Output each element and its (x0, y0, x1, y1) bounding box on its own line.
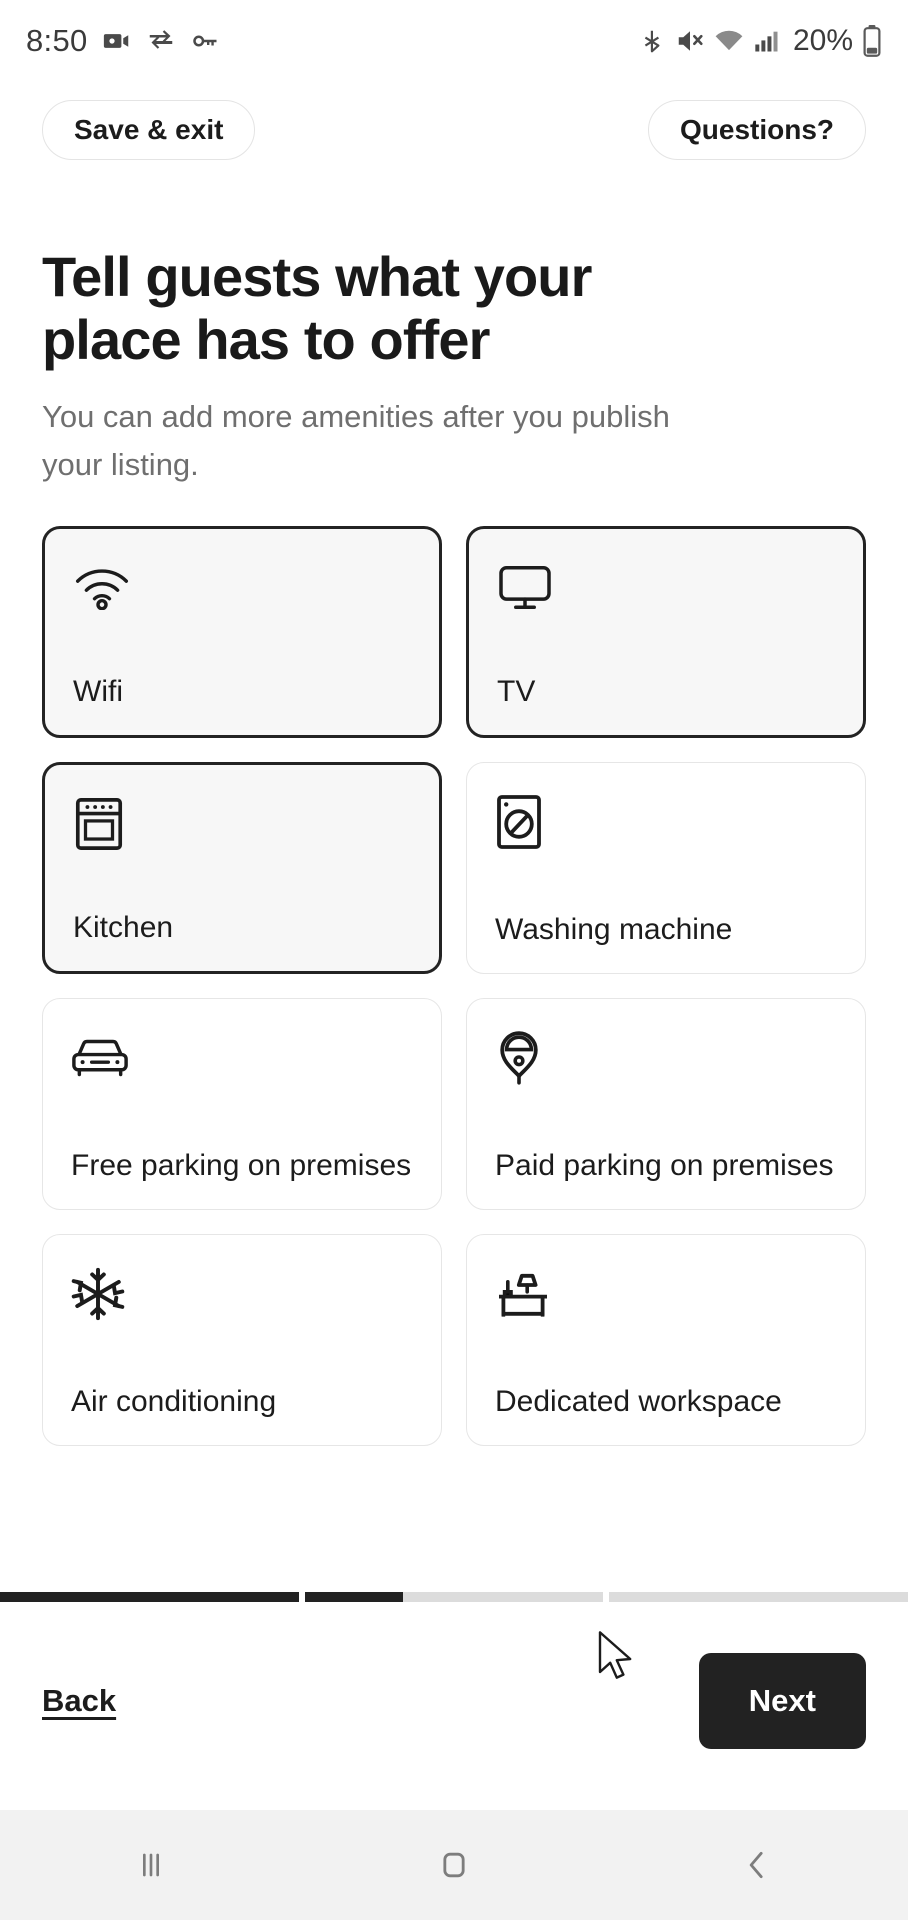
android-nav-bar (0, 1810, 908, 1920)
amenity-label: Washing machine (495, 912, 733, 946)
key-icon (190, 26, 220, 56)
status-bar-clock: 8:50 (26, 23, 88, 58)
amenity-label: Air conditioning (71, 1384, 277, 1418)
amenity-card-kitchen[interactable]: Kitchen (42, 761, 442, 974)
amenity-label: TV (497, 674, 536, 708)
next-button[interactable]: Next (698, 1653, 866, 1749)
amenity-label: Free parking on premises (71, 1148, 412, 1182)
amenity-card-wifi[interactable]: Wifi (42, 525, 442, 738)
oven-icon (73, 793, 411, 855)
car-icon (71, 1027, 413, 1089)
status-bar: 8:50 20% (0, 0, 908, 82)
amenity-label: Kitchen (73, 910, 174, 944)
parking-meter-icon (495, 1027, 837, 1089)
washing-machine-icon (495, 791, 837, 853)
progress-bar (0, 1592, 908, 1602)
questions-button[interactable]: Questions? (647, 100, 866, 160)
amenity-card-dedicated-workspace[interactable]: Dedicated workspace (466, 1233, 866, 1446)
amenity-label: Dedicated workspace (495, 1384, 782, 1418)
battery-icon (862, 25, 882, 57)
battery-percent-label: 20% (792, 24, 853, 57)
amenity-card-paid-parking[interactable]: Paid parking on premises (466, 997, 866, 1210)
page-title: Tell guests what your place has to offer (42, 245, 592, 371)
footer-bar: Back Next (0, 1592, 908, 1810)
progress-segment-1 (0, 1592, 299, 1602)
signal-icon (753, 26, 781, 56)
main-content: Tell guests what your place has to offer… (0, 178, 908, 1592)
video-camera-icon (102, 26, 132, 56)
home-icon[interactable] (394, 1810, 514, 1920)
vpn-key-exchange-icon (146, 26, 176, 56)
mouse-cursor (598, 1631, 632, 1679)
desk-lamp-icon (495, 1263, 837, 1325)
bluetooth-icon (640, 26, 666, 56)
amenity-label: Paid parking on premises (495, 1148, 834, 1182)
amenity-card-tv[interactable]: TV (466, 525, 866, 738)
back-button[interactable]: Back (42, 1683, 116, 1719)
wifi-icon (714, 26, 744, 56)
amenity-card-air-conditioning[interactable]: Air conditioning (42, 1233, 442, 1446)
recents-icon[interactable] (91, 1810, 211, 1920)
save-and-exit-button[interactable]: Save & exit (42, 100, 256, 160)
amenity-card-free-parking[interactable]: Free parking on premises (42, 997, 442, 1210)
status-bar-left: 8:50 (26, 23, 220, 59)
top-nav: Save & exit Questions? (0, 82, 908, 178)
status-bar-right: 20% (640, 24, 882, 58)
amenity-card-washing-machine[interactable]: Washing machine (466, 761, 866, 974)
progress-segment-3 (609, 1592, 908, 1602)
tv-icon (497, 557, 835, 619)
wifi-icon (73, 557, 411, 619)
page-subtitle: You can add more amenities after you pub… (42, 399, 670, 483)
phone-screen: 8:50 20% Save & exit Questions? Tell gue… (0, 0, 908, 1920)
amenity-label: Wifi (73, 674, 123, 708)
amenities-grid: Wifi TV Kitchen Washing machine Free par… (42, 525, 866, 1446)
snowflake-icon (71, 1263, 413, 1325)
progress-segment-2 (304, 1592, 604, 1602)
mute-icon (675, 26, 705, 56)
back-chevron-icon[interactable] (697, 1810, 817, 1920)
